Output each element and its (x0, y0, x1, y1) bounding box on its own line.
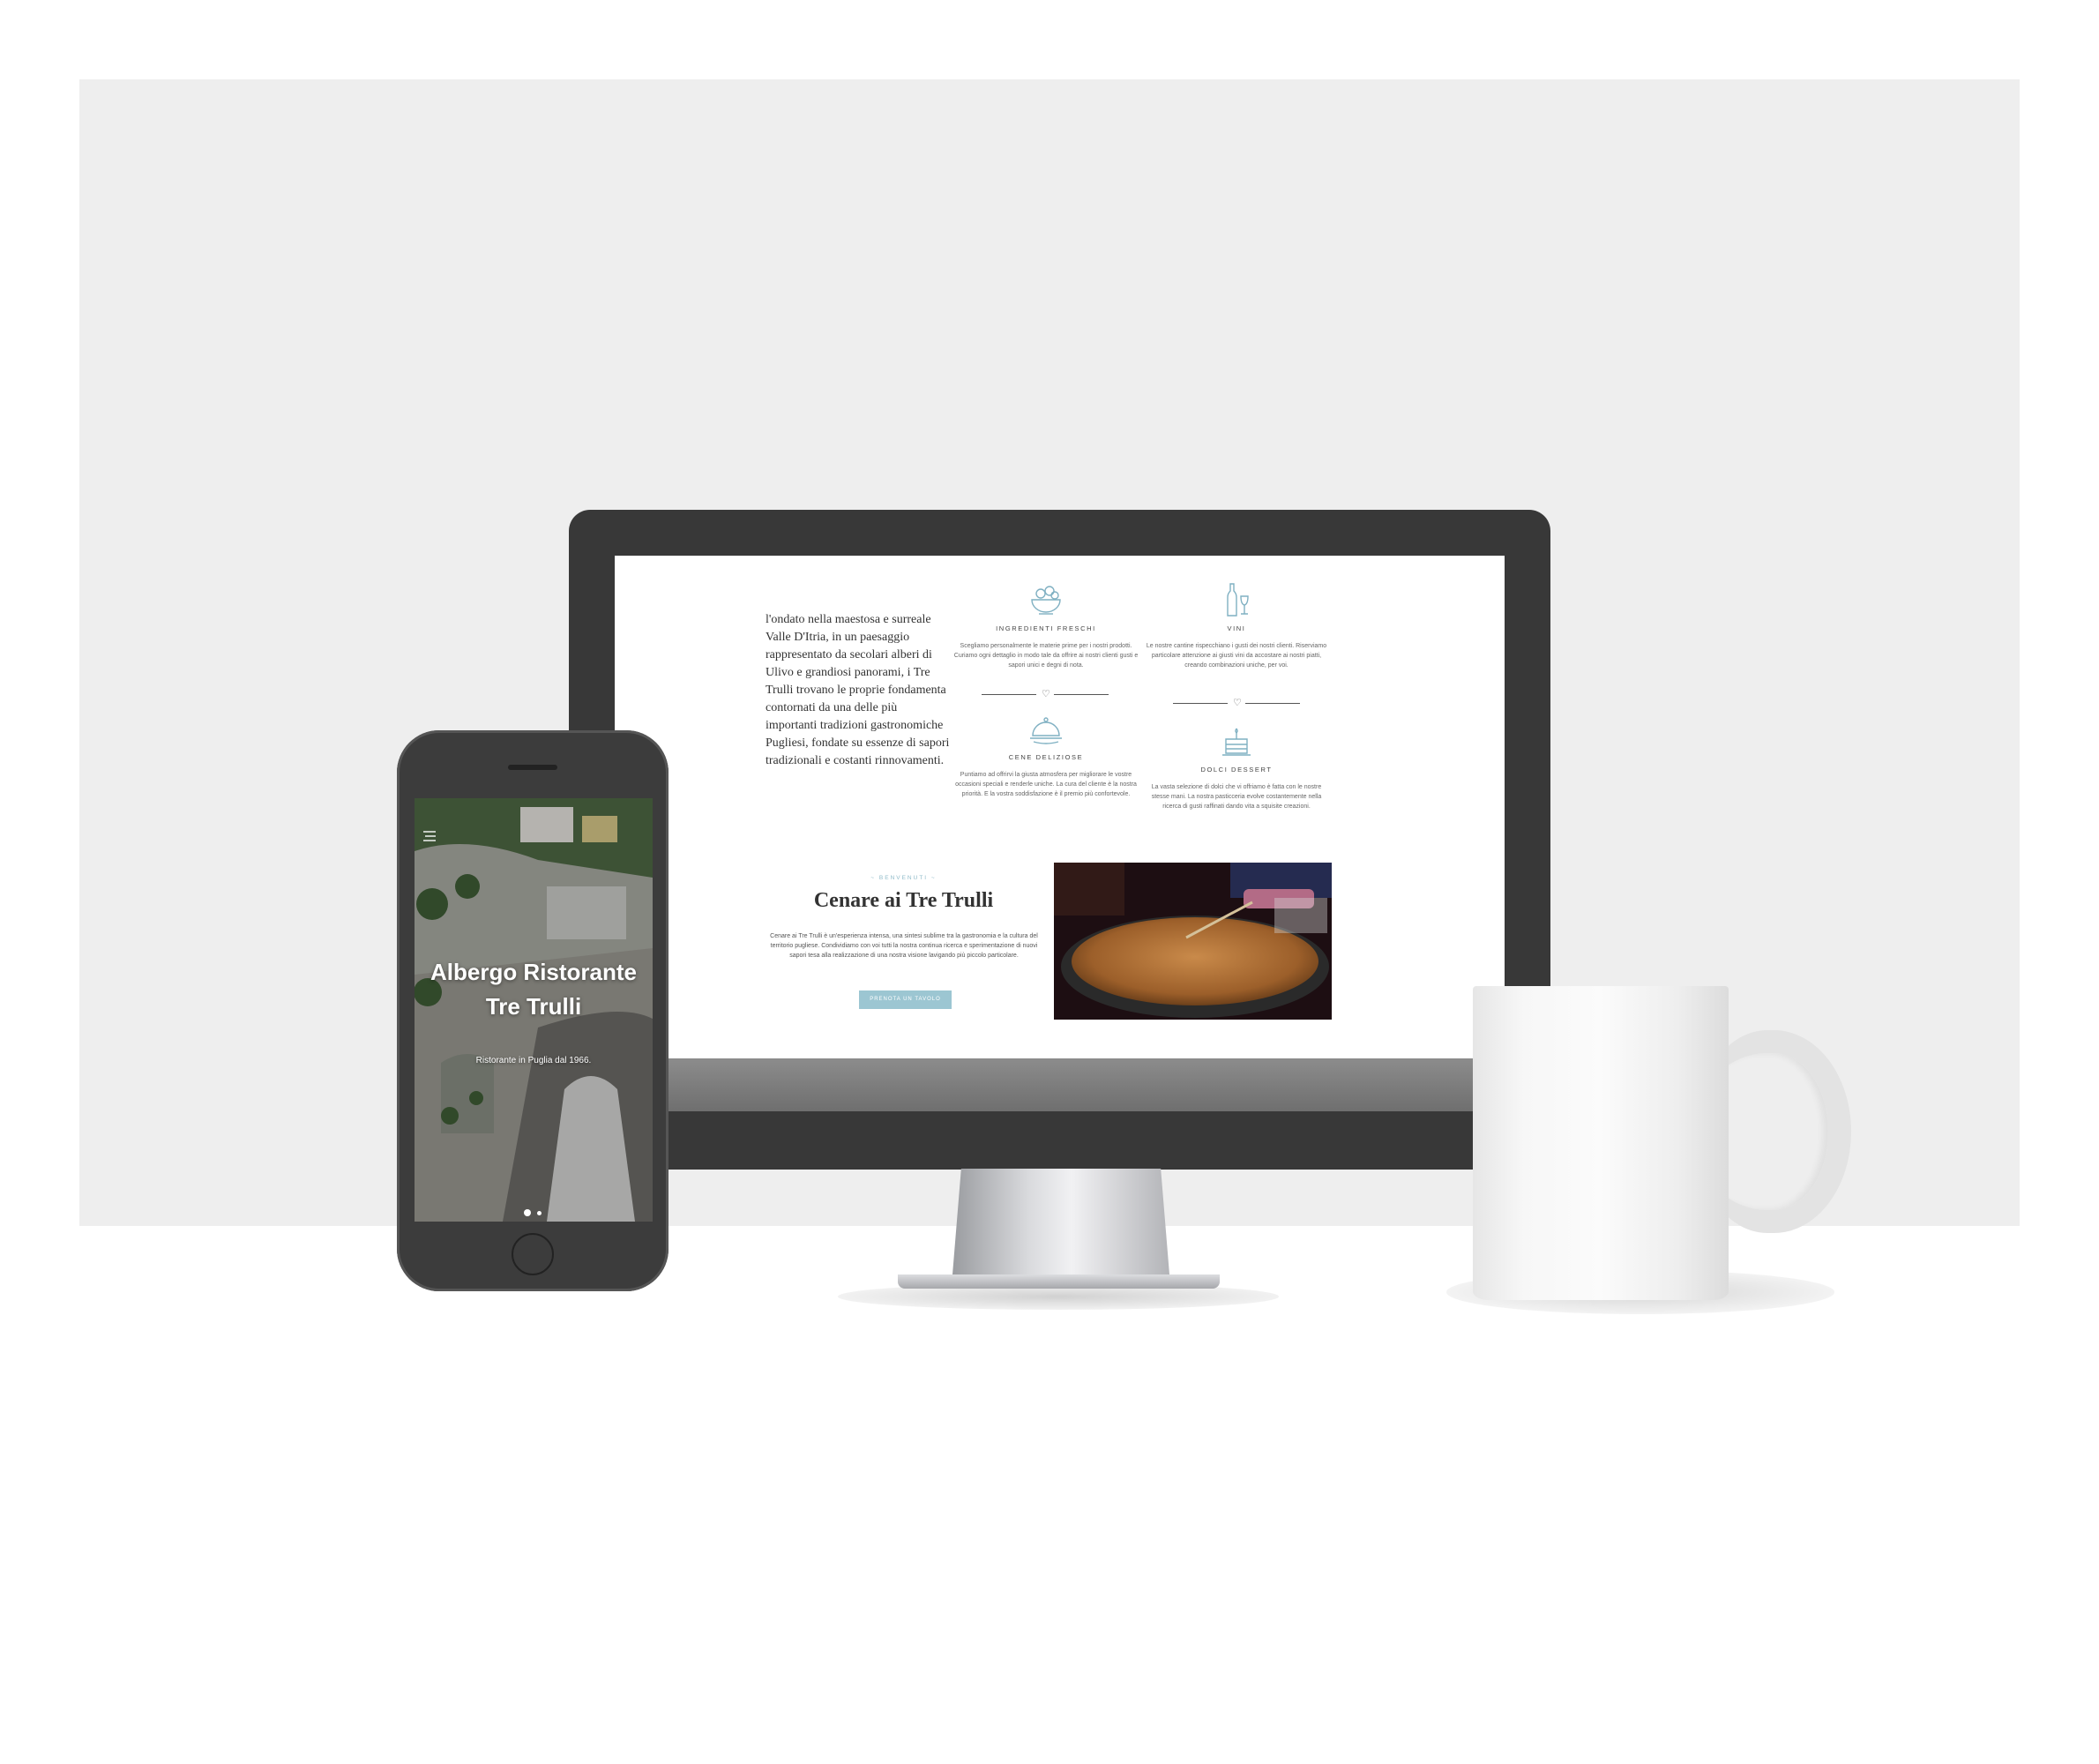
feature-divider: ♡ (1173, 698, 1305, 708)
welcome-text: Cenare ai Tre Trulli è un'esperienza int… (770, 933, 1038, 959)
heart-icon: ♡ (1042, 689, 1050, 699)
feature-text: Puntiamo ad offrirvi la giusta atmosfera… (955, 772, 1137, 797)
intro-paragraph: l'ondato nella maestosa e surreale Valle… (766, 613, 950, 767)
feature-dolci: DOLCI DESSERT La vasta selezione di dolc… (1144, 723, 1329, 811)
phone-speaker (508, 765, 557, 770)
feature-ingredienti: INGREDIENTI FRESCHI Scegliamo personalme… (953, 582, 1139, 670)
feature-title: DOLCI DESSERT (1200, 766, 1273, 774)
monitor-screen-bottom (615, 1057, 1505, 1111)
paella-photo (1054, 863, 1332, 1020)
hamburger-menu-icon[interactable] (422, 830, 437, 842)
feature-text: La vasta selezione di dolci che vi offri… (1151, 784, 1322, 810)
welcome-title: Cenare ai Tre Trulli (813, 889, 994, 912)
feature-title: INGREDIENTI FRESCHI (996, 624, 1096, 632)
monitor-stand (952, 1169, 1169, 1274)
feature-divider: ♡ (982, 689, 1114, 699)
slider-dot-active[interactable] (524, 1209, 531, 1216)
heart-icon: ♡ (1233, 698, 1242, 708)
feature-title: VINI (1227, 624, 1246, 632)
monitor-stand-base (898, 1274, 1220, 1289)
book-table-button[interactable]: PRENOTA UN TAVOLO (859, 990, 952, 1009)
phone-screen: Albergo Ristorante Tre Trulli Ristorante… (415, 798, 653, 1222)
feature-title: CENE DELIZIOSE (1008, 753, 1084, 761)
salad-bowl-icon (1031, 586, 1061, 615)
feature-text: Scegliamo personalmente le materie prime… (953, 643, 1139, 669)
coffee-mug (1473, 986, 1729, 1300)
slider-dot[interactable] (537, 1211, 542, 1215)
phone-home-button[interactable] (512, 1233, 554, 1275)
wine-bottle-icon (1227, 583, 1249, 617)
feature-text: Le nostre cantine rispecchiano i gusti d… (1146, 643, 1327, 669)
feature-vini: VINI Le nostre cantine rispecchiano i gu… (1144, 582, 1329, 670)
cake-icon (1222, 728, 1251, 756)
welcome-kicker: ~ BENVENUTI ~ (870, 875, 937, 881)
desktop-screen: l'ondato nella maestosa e surreale Valle… (615, 556, 1505, 1058)
feature-cene: CENE DELIZIOSE Puntiamo ad offrirvi la g… (953, 711, 1139, 799)
cloche-icon (1030, 717, 1062, 744)
hero-title: Albergo Ristorante Tre Trulli (430, 959, 638, 1020)
hero-subtitle: Ristorante in Puglia dal 1966. (475, 1056, 592, 1065)
